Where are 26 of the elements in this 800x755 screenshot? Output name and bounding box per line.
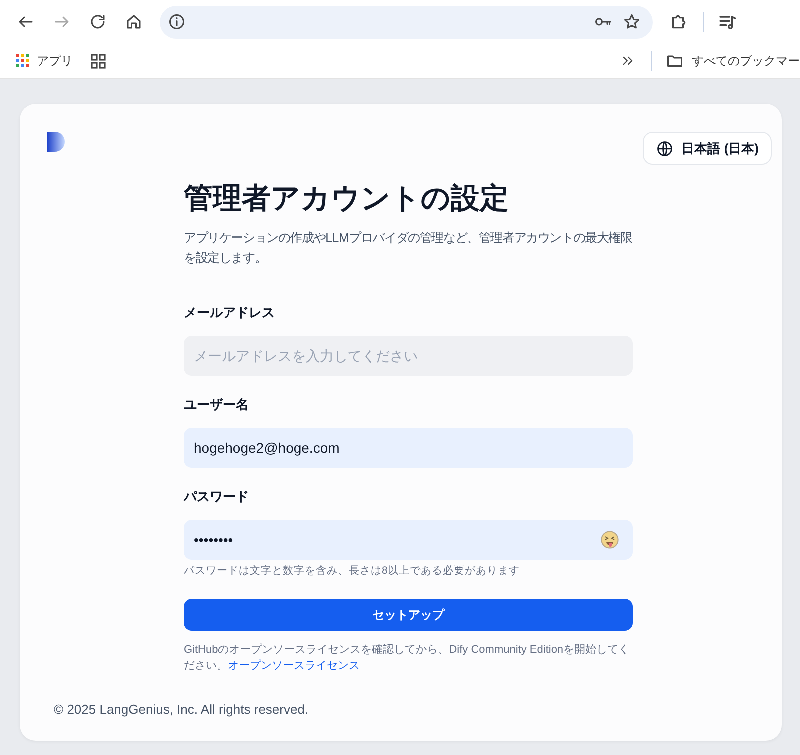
all-bookmarks-link[interactable]: すべてのブックマー (692, 52, 800, 70)
password-field[interactable]: •••••••• (184, 520, 633, 560)
chevrons-icon[interactable] (621, 54, 635, 68)
reload-icon[interactable] (89, 13, 107, 31)
field-hint: パスワードは文字と数字を含み、長さは8以上である必要があります (184, 564, 521, 578)
email-field[interactable]: メールアドレスを入力してください (184, 336, 633, 376)
emoji-face-icon[interactable] (601, 531, 619, 549)
description: アプリケーションの作成やLLMプロバイダの管理など、管理者アカウントの最大権限を設定します。 (184, 230, 633, 267)
page-title: 管理者アカウントの設定 (184, 182, 510, 217)
grid-icon[interactable] (91, 54, 106, 68)
globe-icon (656, 140, 674, 158)
info-icon[interactable] (168, 13, 186, 31)
username-field[interactable]: hogehoge2@hoge.com (184, 428, 633, 468)
license-link[interactable]: オープンソースライセンス (228, 660, 360, 672)
apps-grid-icon (16, 54, 30, 68)
language-button[interactable]: 日本語 (日本) (642, 132, 772, 165)
field-label: ユーザー名 (184, 396, 250, 414)
logo-icon (47, 132, 67, 154)
copyright-text: © 2025 LangGenius, Inc. All rights reserved. (54, 702, 310, 717)
field-label: パスワード (184, 488, 250, 506)
setup-button[interactable]: セットアップ (184, 599, 633, 631)
home-icon[interactable] (125, 13, 143, 31)
bookmark-link[interactable]: アプリ (37, 52, 73, 70)
star-icon[interactable] (623, 13, 641, 31)
field-label: メールアドレス (184, 304, 276, 322)
license-notice: GitHubのオープンソースライセンスを確認してから、Dify Community Editionを開始してください。オープンソースライセンス (184, 642, 631, 674)
